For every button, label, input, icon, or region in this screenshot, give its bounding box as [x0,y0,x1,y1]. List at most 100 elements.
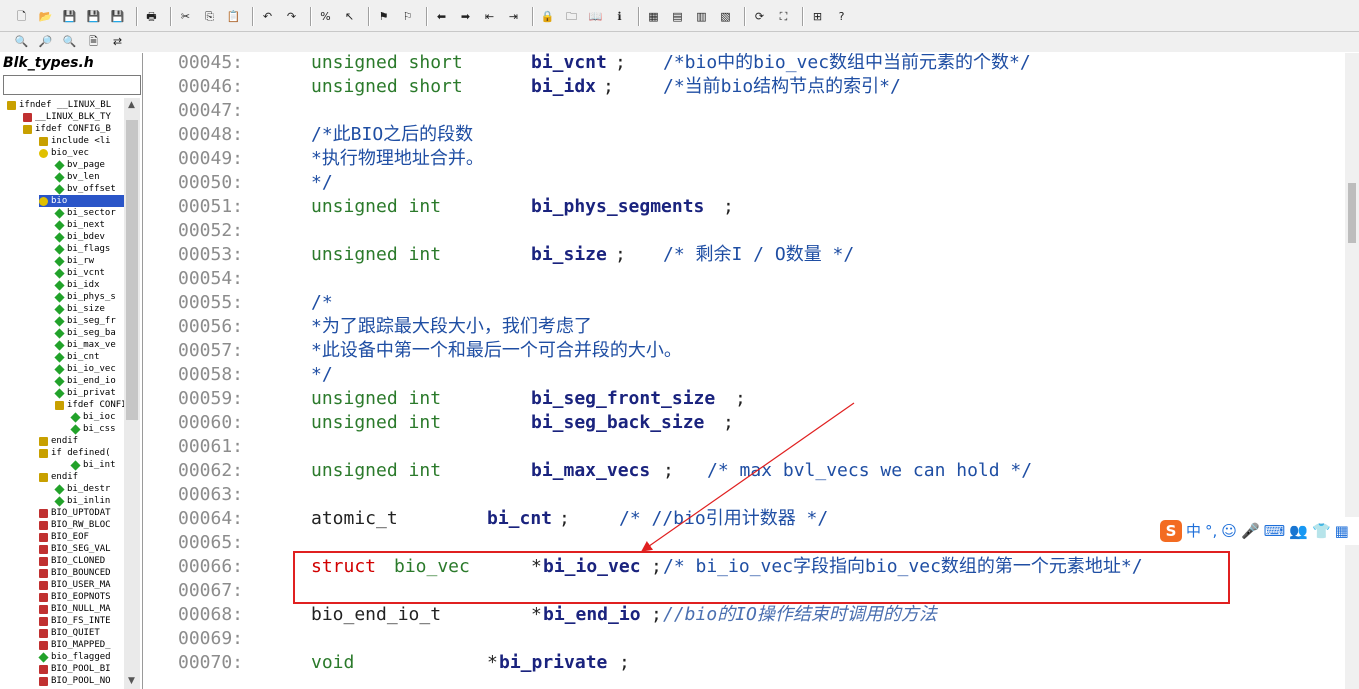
symbol-tree-item[interactable]: bi_cnt [54,351,124,363]
ime-toolbar[interactable]: S 中 °, ☺ 🎤 ⌨ 👥 👕 ▦ [1160,517,1359,545]
emoji-icon[interactable]: ☺ [1221,520,1237,542]
symbol-tree-item[interactable]: BIO_POOL_BI [39,663,124,675]
code-line[interactable]: 00051: unsigned int bi_phys_segments; [146,195,1345,219]
symbol-tree-item[interactable]: bi_privat [54,387,124,399]
relation-icon[interactable]: ⛶ [776,9,791,24]
paste-icon[interactable]: 📋 [226,9,241,24]
symbol-tree-item[interactable]: bi_sector [54,207,124,219]
symbol-tree-item[interactable]: bv_page [54,159,124,171]
code-line[interactable]: 00060: unsigned int bi_seg_back_size; [146,411,1345,435]
symbol-tree-item[interactable]: bi_vcnt [54,267,124,279]
tile-1-icon[interactable]: ▦ [646,9,661,24]
symbol-tree-item[interactable]: bi_seg_ba [54,327,124,339]
code-line[interactable]: 00063: [146,483,1345,507]
tree-icon[interactable]: ⊞ [810,9,825,24]
code-line[interactable]: 00052: [146,219,1345,243]
browse-icon[interactable]: 🗀 [564,9,579,24]
save-icon[interactable]: 💾 [62,9,77,24]
print-icon[interactable]: 🖶 [144,9,159,24]
symbol-tree-item[interactable]: ifdef CONFI [55,399,124,411]
refresh-icon[interactable]: ⟳ [752,9,767,24]
symbol-tree-item[interactable]: BIO_POOL_NO [39,675,124,687]
symbol-tree-item[interactable]: bi_ioc [70,411,124,423]
tile-2-icon[interactable]: ▤ [670,9,685,24]
scroll-down-icon[interactable]: ▼ [128,676,136,686]
tile-4-icon[interactable]: ▧ [718,9,733,24]
symbol-tree-item[interactable]: if defined( [39,447,124,459]
symbol-tree-item[interactable]: BIO_QUIET [39,627,124,639]
symbol-tree-item[interactable]: bi_int [70,459,124,471]
save-all-icon[interactable]: 💾 [110,9,125,24]
help-icon[interactable]: ? [834,9,849,24]
code-line[interactable]: 00062: unsigned int bi_max_vecs; /* max bvl… [146,459,1345,483]
symbol-search-input[interactable] [3,75,141,95]
jump-prev-icon[interactable]: ⇤ [482,9,497,24]
new-file-icon[interactable]: 🗋 [14,9,29,24]
code-line[interactable]: 00046: unsigned short bi_idx; /*当前bio结构节点的索… [146,75,1345,99]
symbol-tree-item[interactable]: bi_css [70,423,124,435]
symbol-tree-item[interactable]: bi_size [54,303,124,315]
shirt-icon[interactable]: 👕 [1312,520,1331,542]
symbol-tree-item[interactable]: bi_max_ve [54,339,124,351]
code-line[interactable]: 00049: *执行物理地址合并。 [146,147,1345,171]
code-line[interactable]: 00068: bio_end_io_t * bi_end_io;//bio的IO操作结… [146,603,1345,627]
symbol-tree-item[interactable]: bi_phys_s [54,291,124,303]
symbol-tree-item[interactable]: BIO_RW_BLOC [39,519,124,531]
symbol-tree-item[interactable]: BIO_EOF [39,531,124,543]
symbol-tree-item[interactable]: bi_idx [54,279,124,291]
symbol-tree-item[interactable]: bi_rw [54,255,124,267]
copy-icon[interactable]: ⎘ [202,9,217,24]
symbol-tree-item[interactable]: BIO_EOPNOTS [39,591,124,603]
code-line[interactable]: 00055: /* [146,291,1345,315]
symbol-tree-item[interactable]: bi_destr [54,483,124,495]
code-line[interactable]: 00048: /*此BIO之后的段数 [146,123,1345,147]
replace-icon[interactable]: ⇄ [110,34,125,49]
code-line[interactable]: 00047: [146,99,1345,123]
redo-icon[interactable]: ↷ [284,9,299,24]
code-line[interactable]: 00059: unsigned int bi_seg_front_size; [146,387,1345,411]
symbol-tree-item[interactable]: BIO_CLONED [39,555,124,567]
symbol-tree-item[interactable]: bi_bdev [54,231,124,243]
open-icon[interactable]: 📂 [38,9,53,24]
symbol-tree-item[interactable]: BIO_FS_INTE [39,615,124,627]
lookup-symbol-icon[interactable]: % [318,9,333,24]
symbol-tree-item[interactable]: BIO_NULL_MA [39,603,124,615]
keyboard-icon[interactable]: ⌨ [1264,520,1286,542]
find-next-icon[interactable]: 🔎 [38,34,53,49]
symbol-tree-scroll-thumb[interactable] [126,120,138,420]
bookmark-clear-icon[interactable]: ⚐ [400,9,415,24]
code-line[interactable]: 00069: [146,627,1345,651]
symbol-tree-item[interactable]: BIO_USER_MA [39,579,124,591]
symbol-tree-item[interactable]: bio [39,195,124,207]
scroll-up-icon[interactable]: ▲ [128,100,136,110]
jump-next-icon[interactable]: ⇥ [506,9,521,24]
symbol-tree-item[interactable]: BIO_BOUNCED [39,567,124,579]
book-icon[interactable]: 📖 [588,9,603,24]
symbol-tree-item[interactable]: include <li [39,135,124,147]
find-prev-icon[interactable]: 🔍 [62,34,77,49]
code-line[interactable]: 00054: [146,267,1345,291]
people-icon[interactable]: 👥 [1289,520,1308,542]
symbol-tree-item[interactable]: endif [39,435,124,447]
ime-punct[interactable]: °, [1205,520,1217,542]
lock-icon[interactable]: 🔒 [540,9,555,24]
symbol-tree[interactable]: ifndef __LINUX_BL __LINUX_BLK_TY ifdef CON… [0,98,124,689]
symbol-tree-item[interactable]: endif [39,471,124,483]
forward-icon[interactable]: ➡ [458,9,473,24]
save-as-icon[interactable]: 💾 [86,9,101,24]
grid-icon[interactable]: ▦ [1335,520,1349,542]
symbol-tree-item[interactable]: bi_flags [54,243,124,255]
tile-3-icon[interactable]: ▥ [694,9,709,24]
symbol-tree-item[interactable]: bv_offset [54,183,124,195]
code-line[interactable]: 00070: void * bi_private; [146,651,1345,675]
symbol-tree-item[interactable]: bio_flagged [38,651,124,663]
editor-scroll-thumb[interactable] [1348,183,1356,243]
symbol-tree-item[interactable]: bi_next [54,219,124,231]
code-line[interactable]: 00053: unsigned int bi_size; /* 剩余I / O数量 *… [146,243,1345,267]
editor-scrollbar[interactable] [1345,53,1359,689]
mic-icon[interactable]: 🎤 [1241,520,1260,542]
find-in-files-icon[interactable]: 🗎 [86,34,101,49]
cut-icon[interactable]: ✂ [178,9,193,24]
symbol-tree-item[interactable]: BIO_UPTODAT [39,507,124,519]
symbol-tree-item[interactable]: bi_seg_fr [54,315,124,327]
